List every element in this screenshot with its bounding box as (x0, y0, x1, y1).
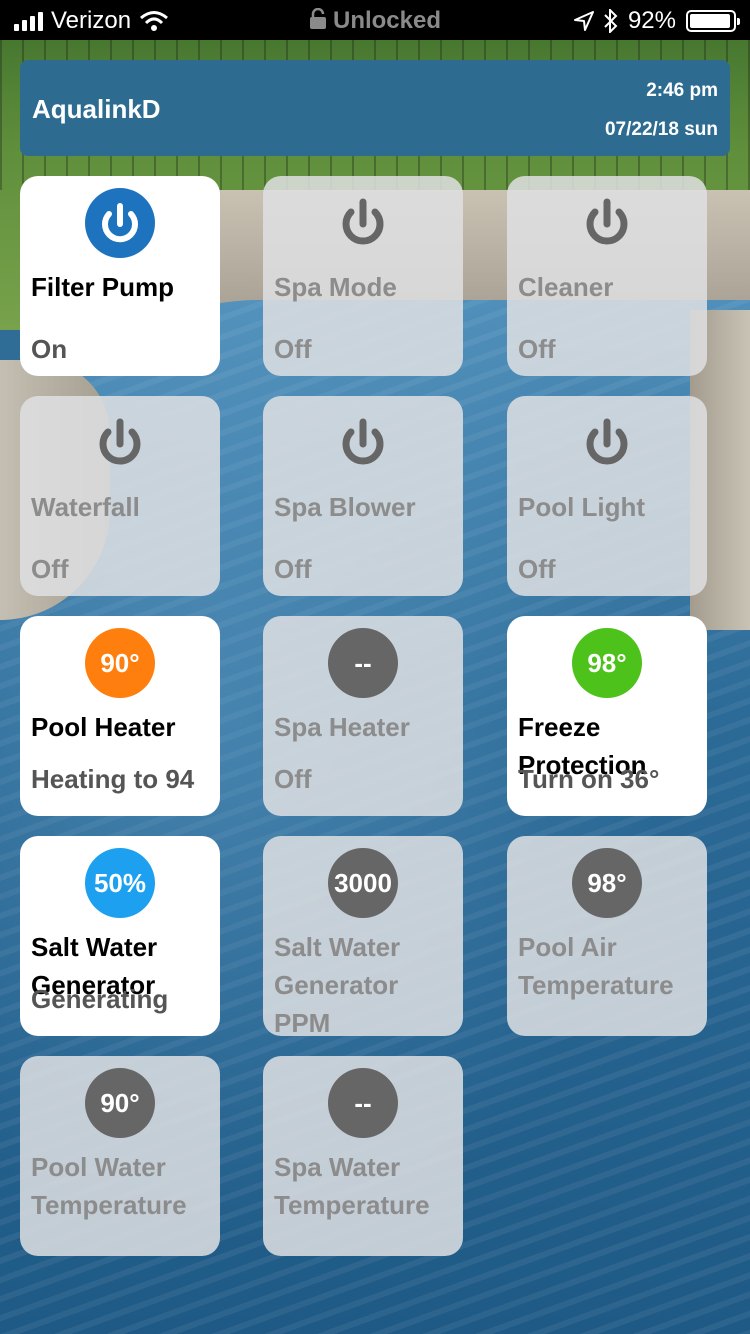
temperature-badge: 90° (85, 628, 155, 698)
header-time: 2:46 pm (646, 80, 718, 101)
tile-status: Turn on 36° (518, 764, 660, 794)
temperature-badge: 90° (85, 1068, 155, 1138)
tile-name: Pool Heater (31, 712, 176, 742)
tile-name: Spa Blower (274, 492, 416, 522)
power-icon (586, 198, 628, 245)
tile-pool-heater[interactable]: 90° Pool Heater Heating to 94 (20, 616, 220, 816)
tile-spa-blower[interactable]: Spa Blower Off (263, 396, 463, 596)
tile-name: Spa Water Temperature (274, 1152, 430, 1220)
temperature-badge: -- (328, 628, 398, 698)
temperature-badge: 98° (572, 628, 642, 698)
tile-filter-pump[interactable]: Filter Pump On (20, 176, 220, 376)
tile-spa-water-temperature[interactable]: -- Spa Water Temperature (263, 1056, 463, 1256)
app-title: AqualinkD (32, 94, 161, 124)
tile-name: Spa Heater (274, 712, 410, 742)
tile-name: Pool Light (518, 492, 646, 522)
tile-status: Heating to 94 (31, 764, 195, 794)
tile-salt-water-generator[interactable]: 50% Salt Water Generator Generating (20, 836, 220, 1036)
tile-status: Off (274, 334, 312, 364)
tile-name: Filter Pump (31, 272, 175, 302)
tile-swg-ppm[interactable]: 3000 Salt Water Generator PPM (263, 836, 463, 1036)
tile-cleaner[interactable]: Cleaner Off (507, 176, 707, 376)
power-icon (342, 418, 384, 465)
temperature-badge: 98° (572, 848, 642, 918)
tile-status: Off (274, 554, 312, 584)
tile-status: Off (31, 554, 69, 584)
tile-pool-air-temperature[interactable]: 98° Pool Air Temperature (507, 836, 707, 1036)
tile-pool-water-temperature[interactable]: 90° Pool Water Temperature (20, 1056, 220, 1256)
location-arrow-icon (573, 11, 594, 31)
tile-status: Off (518, 334, 556, 364)
header-date: 07/22/18 sun (604, 119, 718, 140)
tile-spa-heater[interactable]: -- Spa Heater Off (263, 616, 463, 816)
lock-icon (309, 7, 326, 29)
power-icon (342, 198, 384, 245)
tile-pool-light[interactable]: Pool Light Off (507, 396, 707, 596)
tile-name: Waterfall (31, 492, 140, 522)
battery-icon (686, 10, 740, 32)
tile-name: Pool Air Temperature (518, 932, 674, 1000)
tile-freeze-protection[interactable]: 98° Freeze Protection Turn on 36° (507, 616, 707, 816)
battery-percent: 92% (627, 7, 676, 34)
ppm-badge: 3000 (328, 848, 398, 918)
percent-badge: 50% (85, 848, 155, 918)
temperature-badge: -- (328, 1068, 398, 1138)
lock-status: Unlocked (332, 7, 442, 34)
power-icon (85, 188, 155, 258)
tile-spa-mode[interactable]: Spa Mode Off (263, 176, 463, 376)
app-header: AqualinkD 2:46 pm 07/22/18 sun (20, 60, 730, 156)
tile-name: Spa Mode (274, 272, 397, 302)
tile-status: Off (274, 764, 312, 794)
tile-status: Generating (31, 984, 169, 1014)
tile-status: Off (518, 554, 556, 584)
power-icon (99, 418, 141, 465)
tile-name: Cleaner (518, 272, 614, 302)
power-icon (586, 418, 628, 465)
bluetooth-icon (604, 9, 618, 33)
status-bar: Verizon Unlocked 92% (0, 0, 750, 40)
tile-waterfall[interactable]: Waterfall Off (20, 396, 220, 596)
tile-name: Salt Water Generator PPM (274, 932, 401, 1036)
tile-name: Pool Water Temperature (31, 1152, 187, 1220)
tile-status: On (31, 334, 68, 364)
